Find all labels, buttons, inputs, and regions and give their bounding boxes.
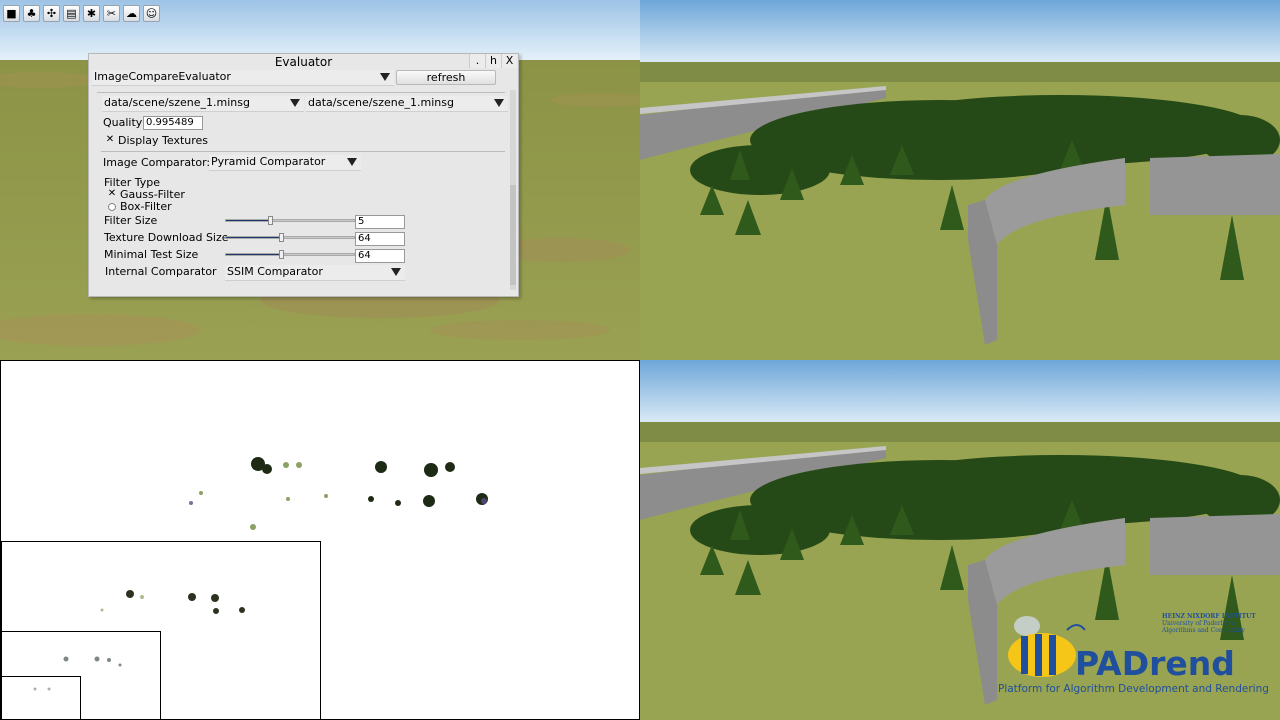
quality-label: Quality <box>103 116 143 129</box>
evaluator-window: Evaluator . h X ImageCompareEvaluator re… <box>88 53 519 297</box>
filter-size-label: Filter Size <box>104 214 158 227</box>
scene-left-value: data/scene/szene_1.minsg <box>104 96 250 109</box>
image-comparator-value: Pyramid Comparator <box>211 155 326 168</box>
institute-name: HEINZ NIXDORF INSTITUT <box>1162 613 1256 620</box>
university-line-1: University of Paderborn <box>1162 620 1235 627</box>
notepad-icon[interactable]: ▤ <box>63 5 80 22</box>
texture-download-size-label: Texture Download Size <box>104 231 229 244</box>
weather-icon[interactable]: ☁ <box>123 5 140 22</box>
separator <box>101 151 505 152</box>
gauss-filter-radio[interactable]: ✕ <box>107 189 117 199</box>
viewport-top-right[interactable] <box>640 0 1280 360</box>
gear-icon[interactable]: ✱ <box>83 5 100 22</box>
window-title[interactable]: Evaluator <box>89 54 518 70</box>
internal-comparator-select[interactable]: SSIM Comparator <box>225 265 405 281</box>
folder-icon[interactable]: ■ <box>3 5 20 22</box>
texture-download-slider-fill <box>226 237 282 238</box>
chevron-down-icon <box>391 268 401 276</box>
minimal-test-size-field[interactable]: 64 <box>355 249 405 263</box>
forest-scene-reference <box>640 0 1280 360</box>
logo-subtitle: Platform for Algorithm Development and R… <box>998 683 1269 695</box>
filter-size-slider[interactable] <box>225 216 355 225</box>
internal-comparator-label: Internal Comparator <box>105 265 217 278</box>
institute-label: HEINZ NIXDORF INSTITUT University of Pad… <box>1162 613 1256 634</box>
tools-icon[interactable]: ✂ <box>103 5 120 22</box>
smiley-icon[interactable]: ☺ <box>143 5 160 22</box>
puzzle-icon[interactable]: ✣ <box>43 5 60 22</box>
evaluator-select-value: ImageCompareEvaluator <box>94 70 231 83</box>
separator <box>97 92 505 93</box>
panel-scrollbar[interactable] <box>510 90 516 290</box>
logo-title: PADrend <box>1075 644 1235 683</box>
window-hide-button[interactable]: h <box>485 54 501 68</box>
box-filter-radio[interactable] <box>108 203 116 211</box>
difference-image-viewport <box>0 360 640 720</box>
texture-download-size-field[interactable]: 64 <box>355 232 405 246</box>
scrollbar-thumb[interactable] <box>510 185 516 285</box>
bee-icon <box>1008 616 1086 677</box>
image-comparator-label: Image Comparator: <box>103 156 211 169</box>
scene-right-select[interactable]: data/scene/szene_1.minsg <box>306 96 508 112</box>
image-comparator-select[interactable]: Pyramid Comparator <box>209 155 361 171</box>
main-toolbar: ■ ♣ ✣ ▤ ✱ ✂ ☁ ☺ <box>3 5 160 23</box>
window-minimize-button[interactable]: . <box>469 54 485 68</box>
refresh-button[interactable]: refresh <box>396 70 496 85</box>
tree-icon[interactable]: ♣ <box>23 5 40 22</box>
filter-size-slider-fill <box>226 220 270 221</box>
texture-download-size-slider[interactable] <box>225 233 355 242</box>
internal-comparator-value: SSIM Comparator <box>227 265 323 278</box>
difference-level-3 <box>1 676 81 719</box>
chevron-down-icon <box>347 158 357 166</box>
window-close-button[interactable]: X <box>501 54 517 68</box>
evaluator-select[interactable]: ImageCompareEvaluator <box>92 70 394 86</box>
minimal-test-slider-fill <box>226 254 282 255</box>
padrend-logo: PADrend Platform for Algorithm Developme… <box>997 610 1269 705</box>
chevron-down-icon <box>380 73 390 81</box>
quality-field[interactable]: 0.995489 <box>143 116 203 130</box>
filter-size-field[interactable]: 5 <box>355 215 405 229</box>
minimal-test-size-slider[interactable] <box>225 250 355 259</box>
texture-download-slider-knob[interactable] <box>279 233 285 242</box>
minimal-test-slider-knob[interactable] <box>279 250 285 259</box>
minimal-test-size-label: Minimal Test Size <box>104 248 199 261</box>
scene-right-value: data/scene/szene_1.minsg <box>308 96 454 109</box>
scene-left-select[interactable]: data/scene/szene_1.minsg <box>102 96 304 112</box>
chevron-down-icon <box>494 99 504 107</box>
university-line-2: Algorithms and Complexity <box>1162 627 1245 634</box>
filter-size-slider-knob[interactable] <box>267 216 273 225</box>
display-textures-label[interactable]: Display Textures <box>118 134 208 147</box>
display-textures-checkbox[interactable]: ✕ <box>105 135 115 145</box>
chevron-down-icon <box>290 99 300 107</box>
box-filter-label[interactable]: Box-Filter <box>120 200 172 213</box>
